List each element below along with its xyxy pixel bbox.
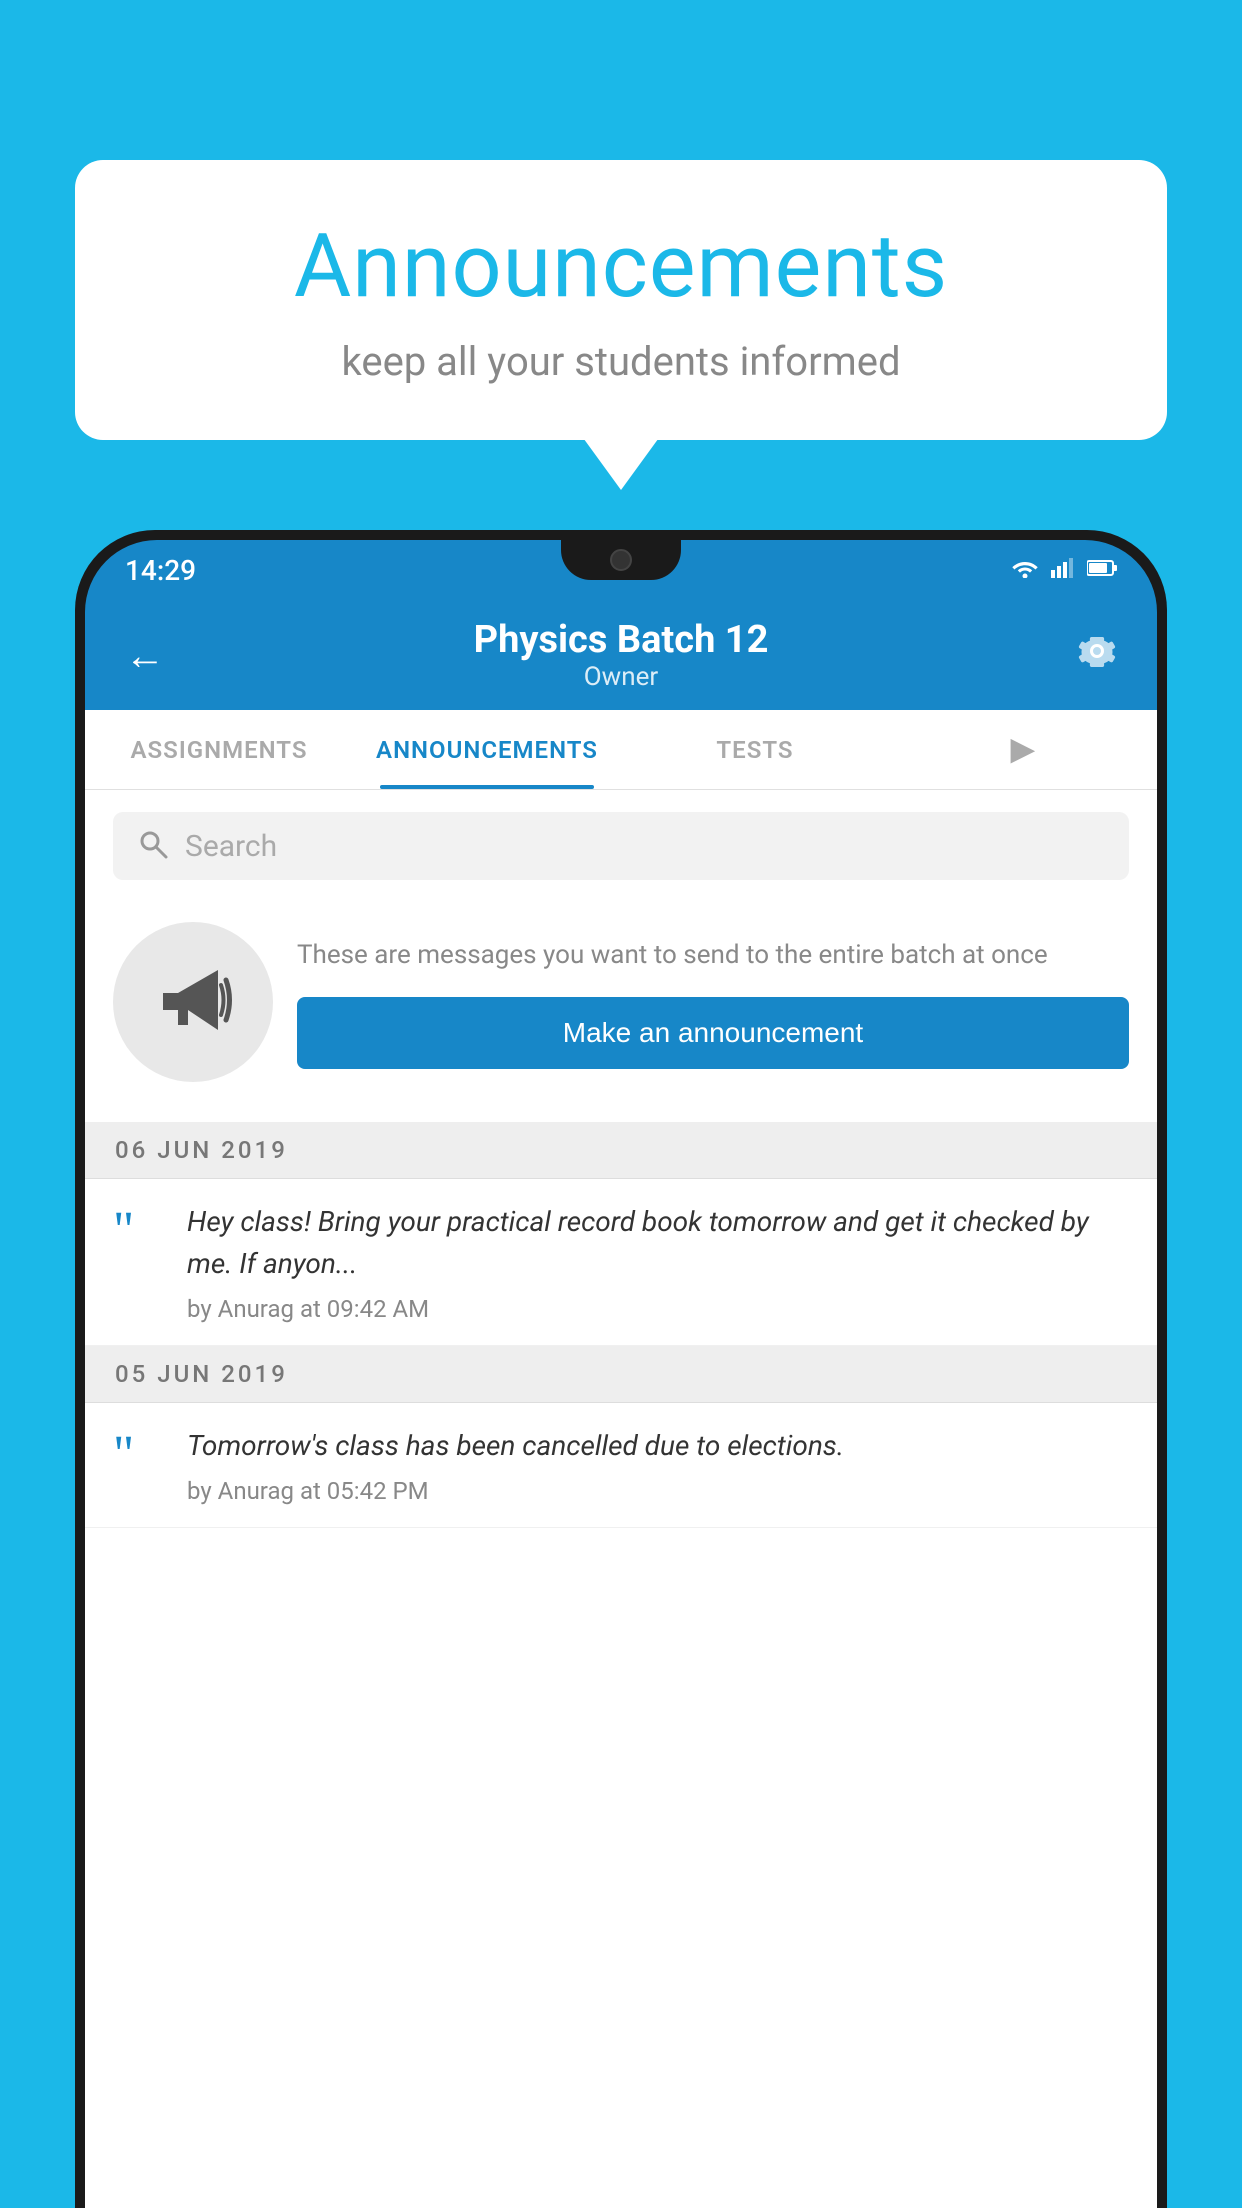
app-bar-title-area: Physics Batch 12 Owner (474, 618, 769, 692)
megaphone-icon (148, 955, 238, 1049)
announcement-meta-2: by Anurag at 05:42 PM (187, 1477, 1129, 1505)
announcement-content-2: Tomorrow's class has been cancelled due … (187, 1425, 1129, 1505)
battery-icon (1087, 559, 1117, 581)
quote-icon-1: " (113, 1205, 163, 1257)
app-bar: ← Physics Batch 12 Owner (85, 600, 1157, 710)
tab-assignments[interactable]: ASSIGNMENTS (85, 710, 353, 789)
phone-frame: 14:29 (75, 530, 1167, 2208)
settings-button[interactable] (1077, 631, 1117, 680)
wifi-icon (1011, 558, 1039, 582)
status-icons (1011, 558, 1117, 582)
speech-bubble: Announcements keep all your students inf… (75, 160, 1167, 440)
tab-announcements[interactable]: ANNOUNCEMENTS (353, 710, 621, 789)
announcement-icon-circle (113, 922, 273, 1082)
announcement-prompt-description: These are messages you want to send to t… (297, 936, 1129, 975)
date-separator-2: 05 JUN 2019 (85, 1346, 1157, 1403)
app-bar-title: Physics Batch 12 (474, 618, 769, 662)
tab-more[interactable]: ▶ (889, 710, 1157, 789)
tab-bar: ASSIGNMENTS ANNOUNCEMENTS TESTS ▶ (85, 710, 1157, 790)
date-separator-1: 06 JUN 2019 (85, 1122, 1157, 1179)
search-bar[interactable]: Search (113, 812, 1129, 880)
announcement-prompt: These are messages you want to send to t… (113, 902, 1129, 1102)
quote-icon-2: " (113, 1429, 163, 1481)
bubble-title: Announcements (135, 215, 1107, 318)
announcement-text-1: Hey class! Bring your practical record b… (187, 1201, 1129, 1285)
announcement-item-2[interactable]: " Tomorrow's class has been cancelled du… (85, 1403, 1157, 1528)
make-announcement-button[interactable]: Make an announcement (297, 997, 1129, 1069)
announcement-meta-1: by Anurag at 09:42 AM (187, 1295, 1129, 1323)
search-placeholder: Search (185, 829, 277, 864)
announcement-prompt-right: These are messages you want to send to t… (297, 936, 1129, 1069)
announcement-text-2: Tomorrow's class has been cancelled due … (187, 1425, 1129, 1467)
phone-inner: 14:29 (85, 540, 1157, 2208)
bubble-subtitle: keep all your students informed (135, 338, 1107, 385)
screen-content: Search These are messages you want to se… (85, 790, 1157, 2208)
signal-icon (1051, 558, 1075, 582)
tab-tests[interactable]: TESTS (621, 710, 889, 789)
front-camera (610, 549, 632, 571)
announcement-item-1[interactable]: " Hey class! Bring your practical record… (85, 1179, 1157, 1346)
status-time: 14:29 (125, 554, 196, 587)
search-icon (137, 828, 169, 864)
announcement-content-1: Hey class! Bring your practical record b… (187, 1201, 1129, 1323)
back-button[interactable]: ← (125, 632, 165, 679)
app-bar-subtitle: Owner (474, 662, 769, 692)
notch (561, 540, 681, 580)
